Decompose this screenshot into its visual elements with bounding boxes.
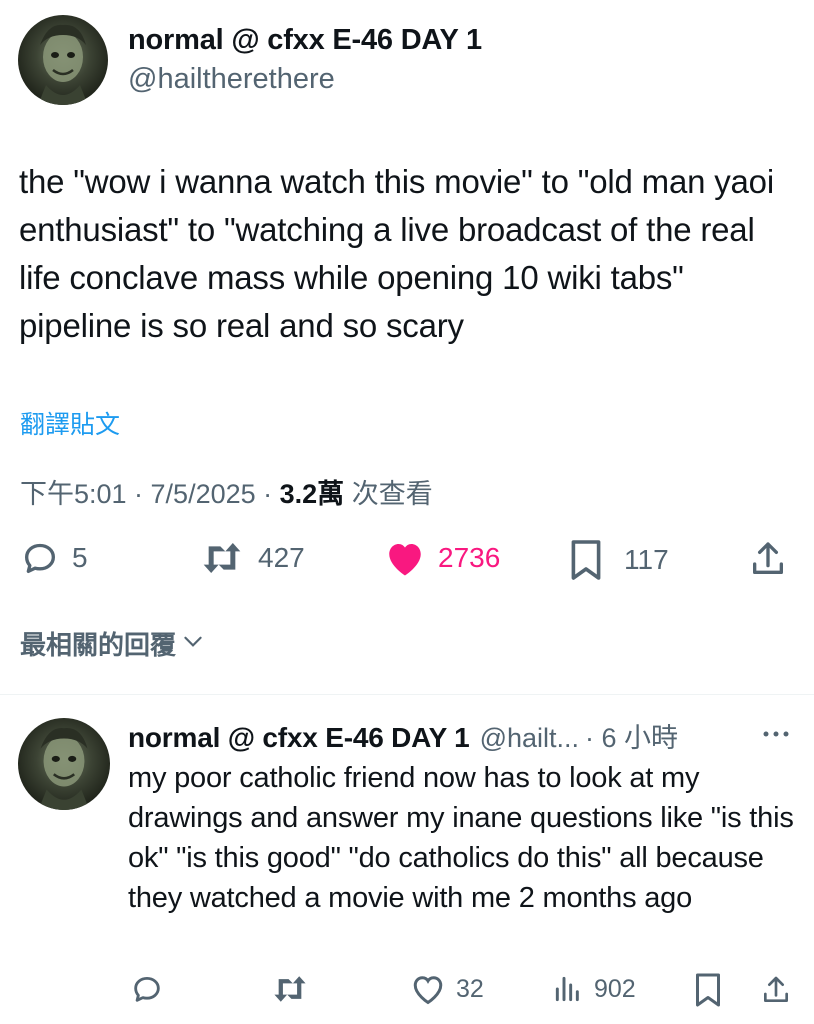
more-icon: [760, 731, 792, 750]
share-icon: [760, 972, 792, 1008]
reply-sort-dropdown[interactable]: 最相關的回覆: [20, 625, 206, 662]
heart-filled-icon: [384, 538, 426, 578]
bookmark-icon: [693, 972, 723, 1008]
reply-author-name[interactable]: normal @ cfxx E-46 DAY 1: [128, 722, 470, 754]
reply-sort-label: 最相關的回覆: [20, 630, 177, 660]
heart-icon: [410, 972, 446, 1006]
reply-views-count: 902: [594, 974, 636, 1003]
bookmark-button[interactable]: 117: [568, 538, 669, 582]
author-handle[interactable]: @hailtherethere: [128, 63, 335, 96]
view-count: 3.2萬: [279, 479, 345, 509]
share-button[interactable]: [748, 538, 788, 580]
more-options-button[interactable]: [760, 722, 792, 751]
reply-like-button[interactable]: 32: [410, 972, 484, 1006]
like-count: 2736: [438, 542, 501, 573]
reply-text: my poor catholic friend now has to look …: [128, 762, 794, 914]
reply-bookmark-button[interactable]: [693, 972, 723, 1008]
reply-author-handle[interactable]: @hailt...: [480, 723, 579, 754]
reply-timestamp[interactable]: · 6 小時: [585, 716, 678, 755]
reply-button[interactable]: 5: [20, 538, 88, 578]
bookmark-icon: [568, 538, 604, 582]
retweet-icon: [198, 538, 246, 578]
tweet-text: the "wow i wanna watch this movie" to "o…: [19, 163, 774, 344]
tweet-meta: 下午5:01 · 7/5/2025 · 3.2萬 次查看: [20, 472, 433, 511]
reply-reply-button[interactable]: [130, 972, 164, 1006]
reply-views-button[interactable]: 902: [552, 972, 636, 1006]
reply-retweet-button[interactable]: [270, 972, 310, 1006]
chevron-down-icon: [180, 628, 206, 659]
reply-like-count: 32: [456, 974, 484, 1003]
author-name[interactable]: normal @ cfxx E-46 DAY 1: [128, 24, 482, 57]
reply-share-button[interactable]: [760, 972, 792, 1008]
retweet-button[interactable]: 427: [198, 538, 305, 578]
share-icon: [748, 538, 788, 580]
retweet-icon: [270, 972, 310, 1006]
reply-header: normal @ cfxx E-46 DAY 1 @hailt... · 6 小…: [128, 716, 678, 755]
view-label: 次查看: [344, 479, 433, 509]
author-avatar[interactable]: [18, 15, 108, 105]
translate-post-link[interactable]: 翻譯貼文: [20, 405, 120, 441]
retweet-count: 427: [258, 542, 305, 573]
section-divider: [0, 694, 814, 695]
like-button[interactable]: 2736: [384, 538, 500, 578]
reply-count: 5: [72, 542, 88, 573]
reply-icon: [130, 972, 164, 1006]
views-icon: [552, 972, 584, 1006]
reply-icon: [20, 538, 60, 578]
bookmark-count: 117: [624, 544, 669, 575]
reply-author-avatar[interactable]: [18, 718, 110, 810]
tweet-timestamp[interactable]: 下午5:01 · 7/5/2025 ·: [20, 479, 280, 509]
